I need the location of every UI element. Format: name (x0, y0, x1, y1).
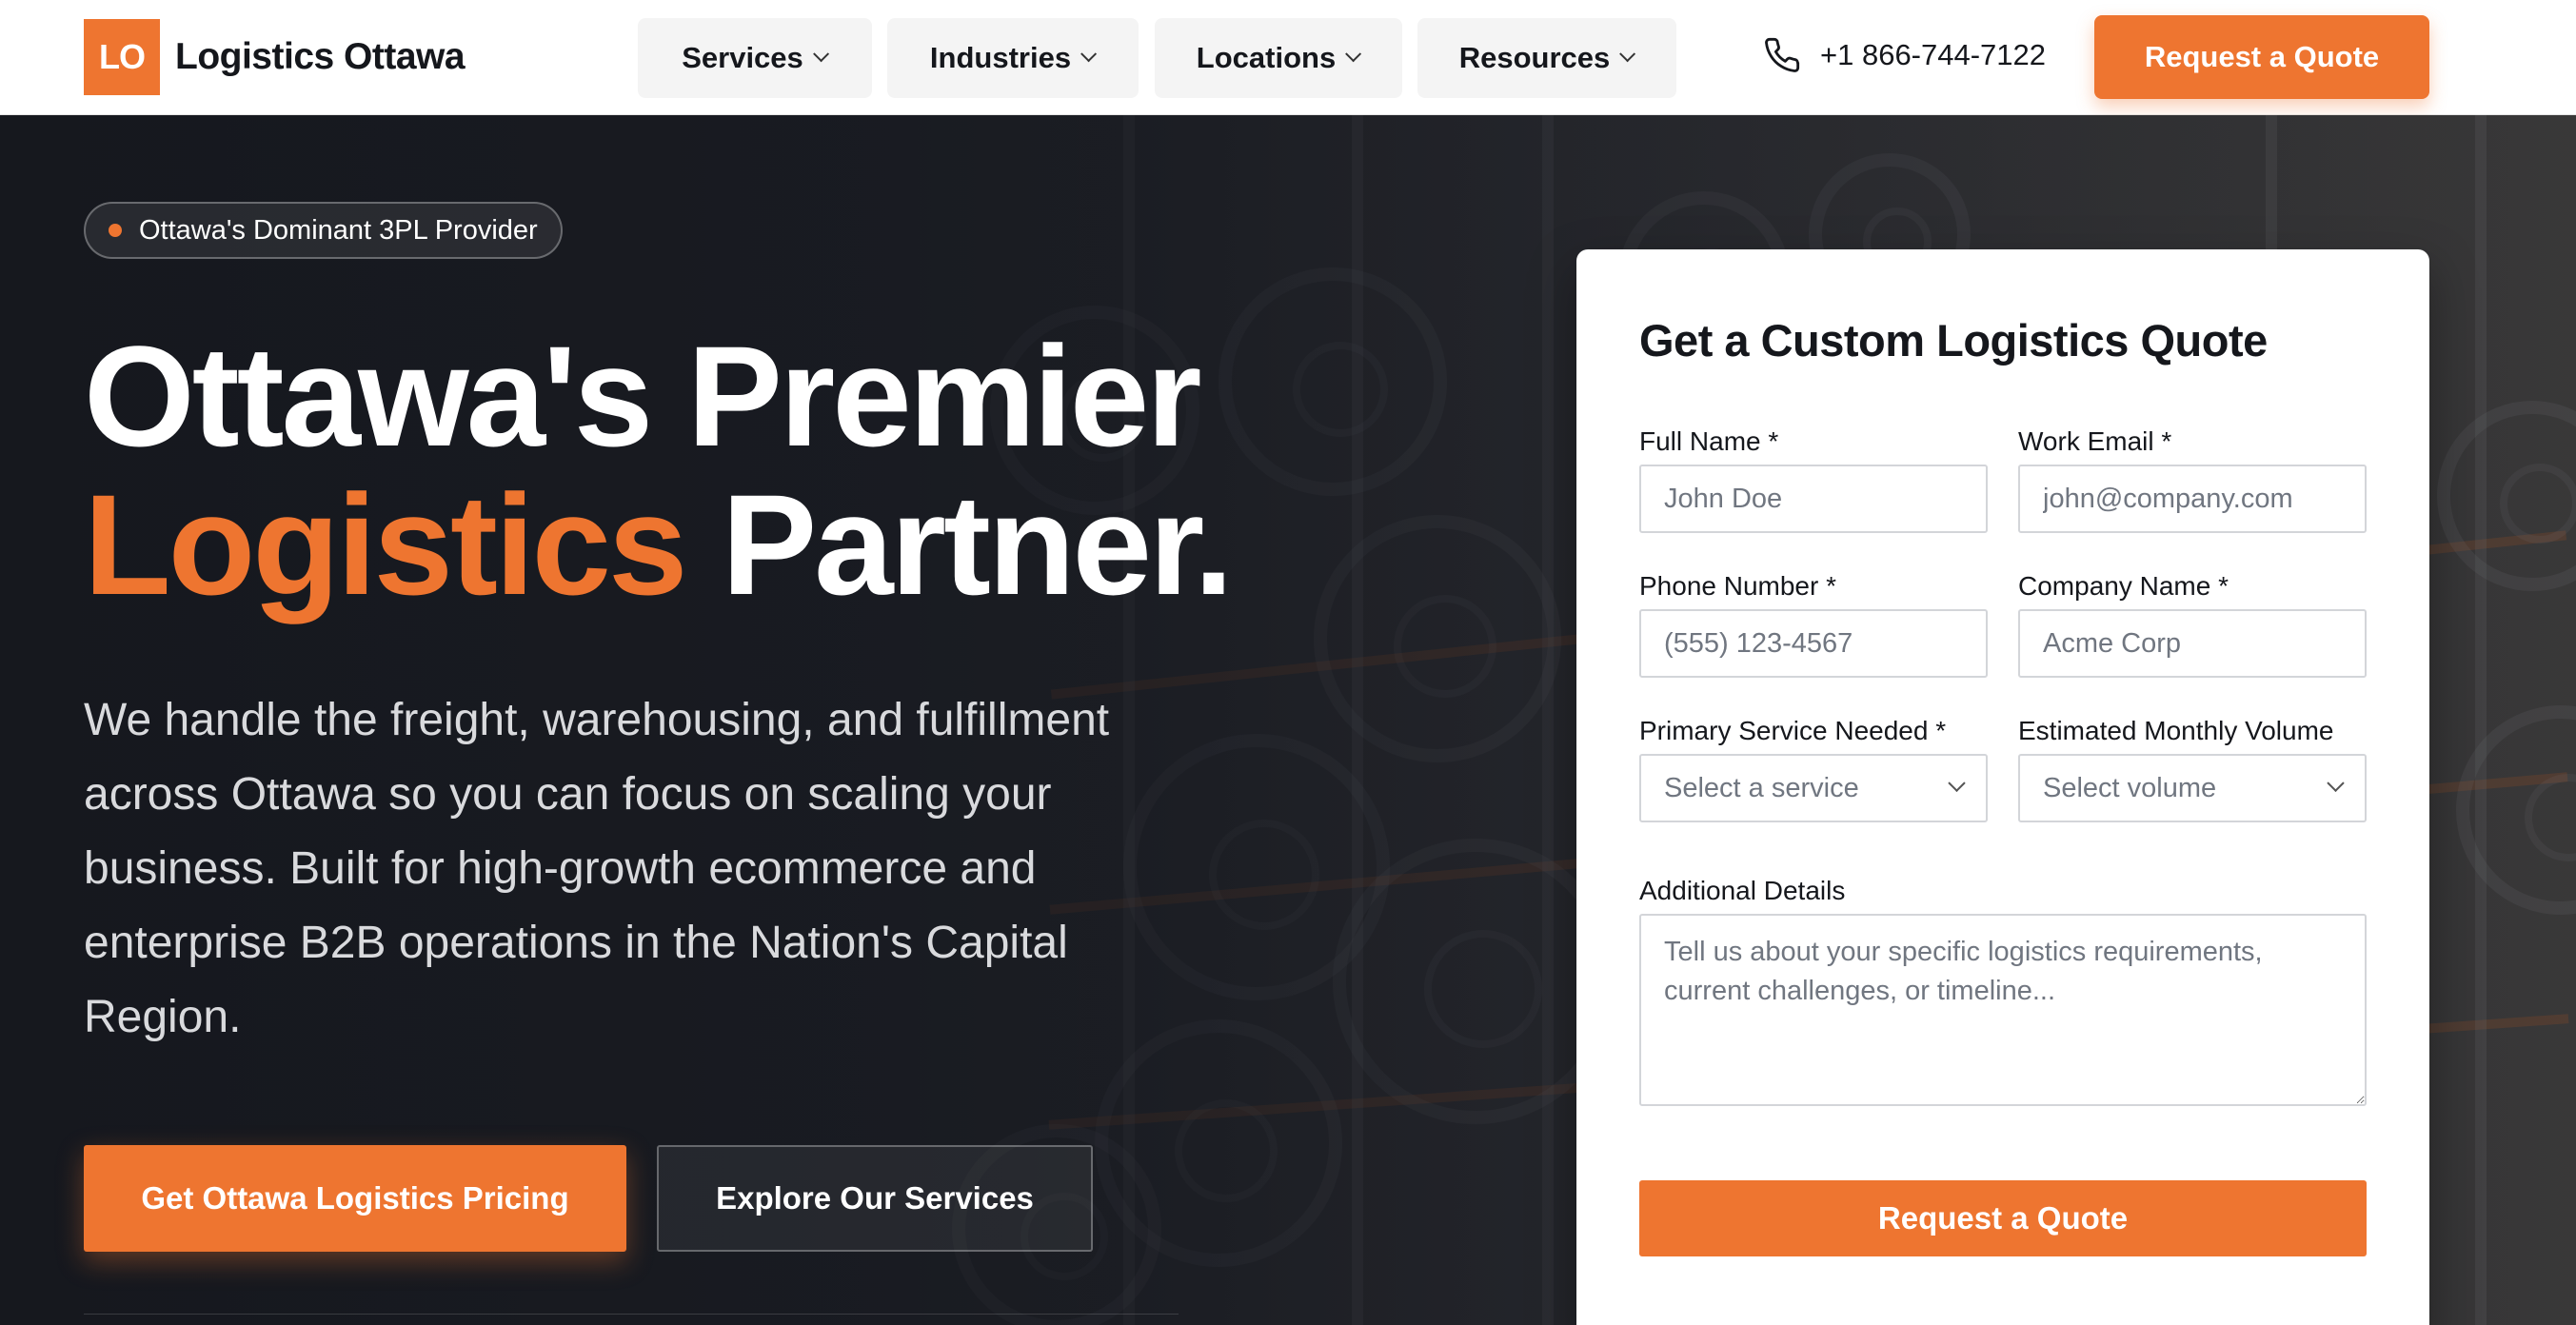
chevron-down-icon (2327, 774, 2345, 792)
work-email-field[interactable] (2018, 465, 2367, 533)
nav-item-label: Industries (929, 41, 1072, 74)
nav-item-resources[interactable]: Resources (1417, 18, 1676, 98)
logo-mark: LO (84, 19, 160, 95)
headline-accent: Logistics (84, 465, 687, 624)
phone-number-label: Phone Number * (1639, 571, 1837, 601)
select-value: Select volume (2043, 772, 2217, 803)
monthly-volume-select[interactable]: Select volume (2018, 754, 2367, 822)
phone-link[interactable]: +1 866-744-7122 (1763, 36, 2046, 74)
form-title: Get a Custom Logistics Quote (1639, 315, 2268, 366)
hero-badge: Ottawa's Dominant 3PL Provider (84, 202, 563, 259)
chevron-down-icon (1948, 774, 1966, 792)
phone-icon (1765, 37, 1800, 72)
submit-quote-button[interactable]: Request a Quote (1639, 1180, 2367, 1256)
nav-item-label: Resources (1458, 41, 1611, 74)
chevron-down-icon (812, 46, 829, 63)
explore-services-button[interactable]: Explore Our Services (657, 1145, 1093, 1252)
additional-details-field[interactable] (1639, 914, 2367, 1106)
hero-divider (84, 1314, 1179, 1315)
phone-number-field[interactable] (1639, 609, 1988, 678)
chevron-down-icon (1619, 46, 1636, 63)
phone-number: +1 866-744-7122 (1820, 38, 2047, 71)
logo-text: Logistics Ottawa (175, 36, 466, 77)
nav-item-label: Locations (1196, 41, 1337, 74)
primary-service-label: Primary Service Needed * (1639, 716, 1947, 745)
company-name-field[interactable] (2018, 609, 2367, 678)
select-value: Select a service (1664, 772, 1859, 803)
hero-headline: Ottawa's Premier Logistics Partner. (84, 322, 1234, 619)
nav-item-label: Services (682, 41, 803, 74)
quote-form-card: Get a Custom Logistics Quote Full Name *… (1576, 249, 2429, 1325)
company-name-label: Company Name * (2018, 571, 2229, 601)
chevron-down-icon (1345, 46, 1362, 63)
primary-service-select[interactable]: Select a service (1639, 754, 1988, 822)
headline-rest: Partner. (684, 465, 1234, 624)
nav-item-locations[interactable]: Locations (1155, 18, 1402, 98)
work-email-label: Work Email * (2018, 426, 2172, 456)
badge-dot-icon (109, 224, 122, 237)
chevron-down-icon (1080, 46, 1098, 63)
top-navigation: LO Logistics Ottawa Services Industries … (0, 0, 2576, 115)
request-quote-button[interactable]: Request a Quote (2094, 15, 2429, 99)
monthly-volume-label: Estimated Monthly Volume (2018, 716, 2334, 745)
full-name-field[interactable] (1639, 465, 1988, 533)
site-logo[interactable]: LO Logistics Ottawa (84, 19, 466, 95)
headline-line1: Ottawa's Premier (84, 316, 1202, 476)
hero-subcopy: We handle the freight, warehousing, and … (84, 695, 1110, 1042)
full-name-label: Full Name * (1639, 426, 1779, 456)
nav-item-industries[interactable]: Industries (887, 18, 1139, 98)
additional-details-label: Additional Details (1639, 876, 1846, 905)
badge-text: Ottawa's Dominant 3PL Provider (139, 214, 538, 246)
get-pricing-button[interactable]: Get Ottawa Logistics Pricing (84, 1145, 626, 1252)
nav-item-services[interactable]: Services (638, 18, 872, 98)
